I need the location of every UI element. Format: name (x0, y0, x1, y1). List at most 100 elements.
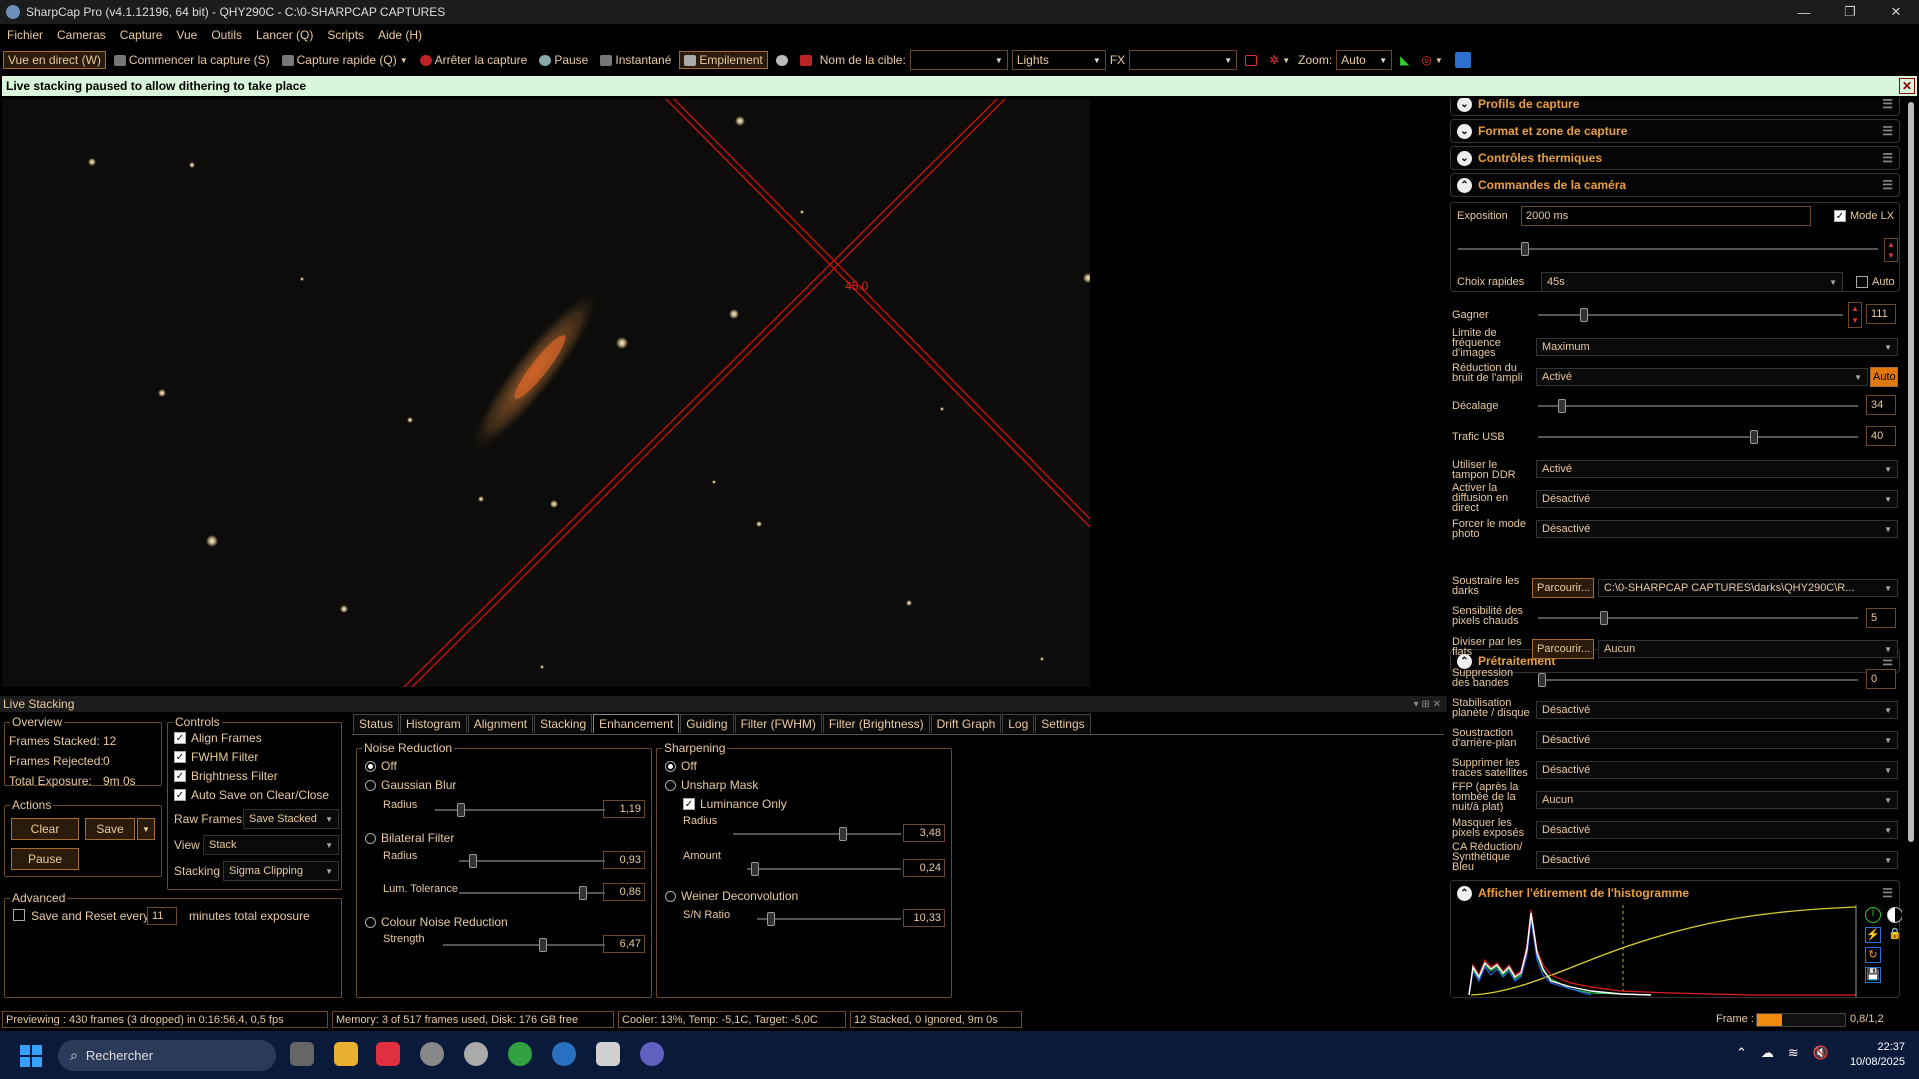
raw-frames-select[interactable]: Save Stacked ▼ (243, 809, 339, 829)
sn-ratio-input[interactable]: 10,33 (903, 909, 945, 927)
tab-log[interactable]: Log (1002, 714, 1035, 733)
sharpcap-taskbar-icon[interactable] (640, 1042, 664, 1066)
background-subtract-select[interactable]: Désactivé ▼ (1536, 731, 1898, 749)
slider-thumb[interactable] (1538, 673, 1546, 687)
onedrive-icon[interactable]: ☁ (1761, 1045, 1774, 1061)
autosave-checkbox[interactable]: ✓ Auto Save on Clear/Close (174, 788, 329, 802)
exposure-input[interactable]: 2000 ms (1521, 206, 1811, 226)
reticle-button[interactable]: ✲ ▼ (1265, 52, 1294, 68)
colour-noise-radio[interactable]: Colour Noise Reduction (365, 915, 508, 929)
stacking-button[interactable]: Empilement (679, 51, 768, 69)
force-photo-select[interactable]: Désactivé ▼ (1536, 520, 1898, 538)
exposure-stepper[interactable]: ▲ ▼ (1884, 238, 1898, 262)
chevron-down-icon[interactable]: ▼ (1282, 56, 1290, 65)
menu-lancer[interactable]: Lancer (Q) (249, 28, 320, 42)
section-capture-format[interactable]: ⌄ Format et zone de capture ☰ (1450, 119, 1900, 143)
chevron-down-icon[interactable]: ▼ (1435, 56, 1443, 65)
menu-icon[interactable]: ☰ (1882, 98, 1893, 111)
roi-button[interactable] (1241, 54, 1261, 67)
fx-select[interactable]: ▼ (1129, 50, 1238, 70)
info-icon[interactable]: i (1865, 907, 1881, 923)
usb-traffic-input[interactable]: 40 (1866, 426, 1896, 446)
astro-app-icon[interactable] (420, 1042, 444, 1066)
frame-type-select[interactable]: Lights ▼ (1011, 50, 1106, 70)
menu-outils[interactable]: Outils (204, 28, 249, 42)
tab-status[interactable]: Status (353, 714, 400, 733)
darks-browse-button[interactable]: Parcourir... (1532, 578, 1594, 598)
clear-button[interactable]: Clear (11, 818, 79, 840)
hot-pixel-input[interactable]: 5 (1866, 608, 1896, 628)
stacking-method-select[interactable]: Sigma Clipping ▼ (223, 861, 339, 881)
sharpen-radius-slider[interactable] (733, 827, 901, 841)
save-reset-checkbox[interactable] (13, 909, 25, 924)
menu-scripts[interactable]: Scripts (320, 28, 371, 42)
target-name-select[interactable]: ▼ (909, 50, 1008, 70)
taskbar-clock[interactable]: 22:37 10/08/2025 (1850, 1040, 1905, 1070)
slider-thumb[interactable] (469, 854, 477, 868)
start-capture-button[interactable]: Commencer la capture (S) (110, 52, 274, 68)
section-histogram[interactable]: ⌃ Afficher l'étirement de l'histogramme ☰ (1451, 881, 1899, 905)
darks-file-select[interactable]: C:\0-SHARPCAP CAPTURES\darks\QHY290C\R..… (1598, 579, 1898, 597)
restore-button[interactable]: ❐ (1827, 0, 1873, 24)
stop-capture-button[interactable]: Arrêter la capture (416, 52, 532, 68)
focus-button[interactable]: ◎ ▼ (1417, 52, 1446, 68)
fwhm-filter-checkbox[interactable]: ✓ FWHM Filter (174, 750, 258, 764)
menu-aide[interactable]: Aide (H) (371, 28, 429, 42)
live-view-button[interactable]: Vue en direct (W) (3, 51, 106, 69)
scrollbar-thumb[interactable] (1908, 102, 1914, 842)
banding-slider[interactable] (1538, 673, 1858, 687)
polar-align-button[interactable] (1451, 51, 1475, 69)
slider-thumb[interactable] (1580, 308, 1588, 322)
pause-stacking-button[interactable]: Pause (11, 848, 79, 870)
tab-alignment[interactable]: Alignment (467, 714, 534, 733)
quick-capture-button[interactable]: Capture rapide (Q) ▼ (278, 52, 412, 68)
lightning-icon[interactable]: ⚡ (1865, 927, 1881, 943)
tab-filter-fwhm[interactable]: Filter (FWHM) (734, 714, 822, 733)
lx-mode-checkbox[interactable]: ✓ Mode LX (1834, 210, 1894, 222)
strength-slider[interactable] (443, 938, 605, 952)
hot-pixel-slider[interactable] (1538, 611, 1858, 625)
menu-fichier[interactable]: Fichier (0, 28, 50, 42)
bilateral-radius-slider[interactable] (459, 854, 605, 868)
sharpen-off-radio[interactable]: Off (665, 759, 697, 773)
amp-noise-select[interactable]: Activé ▼ (1536, 368, 1868, 386)
gaussian-radius-slider[interactable] (435, 803, 605, 817)
amount-input[interactable]: 0,24 (903, 859, 945, 877)
image-viewer[interactable]: 45.0 (2, 99, 1090, 687)
ffp-select[interactable]: Aucun ▼ (1536, 791, 1898, 809)
zoom-select[interactable]: Auto ▼ (1336, 50, 1393, 70)
menu-icon[interactable]: ☰ (1882, 886, 1893, 900)
slider-thumb[interactable] (751, 862, 759, 876)
reset-icon[interactable]: ↻ (1865, 947, 1881, 963)
record-button[interactable] (796, 54, 816, 67)
save-button[interactable]: Save (85, 818, 135, 840)
slider-thumb[interactable] (539, 938, 547, 952)
unsharp-mask-radio[interactable]: Unsharp Mask (665, 778, 758, 792)
amount-slider[interactable] (747, 862, 901, 876)
close-button[interactable]: ✕ (1873, 0, 1919, 24)
menu-vue[interactable]: Vue (169, 28, 204, 42)
menu-capture[interactable]: Capture (113, 28, 170, 42)
contrast-icon[interactable] (1887, 907, 1902, 923)
bilateral-radio[interactable]: Bilateral Filter (365, 831, 454, 845)
gain-stepper[interactable]: ▲ ▼ (1848, 302, 1862, 328)
tab-histogram[interactable]: Histogram (400, 714, 467, 733)
lum-tolerance-input[interactable]: 0,86 (603, 883, 645, 901)
slider-thumb[interactable] (457, 803, 465, 817)
lum-tolerance-slider[interactable] (459, 886, 605, 900)
sharpen-radius-input[interactable]: 3,48 (903, 824, 945, 842)
align-frames-checkbox[interactable]: ✓ Align Frames (174, 731, 262, 745)
slider-thumb[interactable] (839, 827, 847, 841)
asiair-icon[interactable] (552, 1042, 576, 1066)
noise-off-radio[interactable]: Off (365, 759, 397, 773)
section-camera-controls[interactable]: ⌃ Commandes de la caméra ☰ (1450, 173, 1900, 197)
live-broadcast-select[interactable]: Désactivé ▼ (1536, 490, 1898, 508)
menu-icon[interactable]: ☰ (1882, 151, 1893, 165)
tab-filter-brightness[interactable]: Filter (Brightness) (822, 714, 930, 733)
bilateral-radius-input[interactable]: 0,93 (603, 851, 645, 869)
menu-icon[interactable]: ☰ (1882, 124, 1893, 138)
mask-pixels-select[interactable]: Désactivé ▼ (1536, 821, 1898, 839)
weiner-radio[interactable]: Weiner Deconvolution (665, 889, 798, 903)
tab-drift-graph[interactable]: Drift Graph (930, 714, 1002, 733)
ddr-buffer-select[interactable]: Activé ▼ (1536, 460, 1898, 478)
